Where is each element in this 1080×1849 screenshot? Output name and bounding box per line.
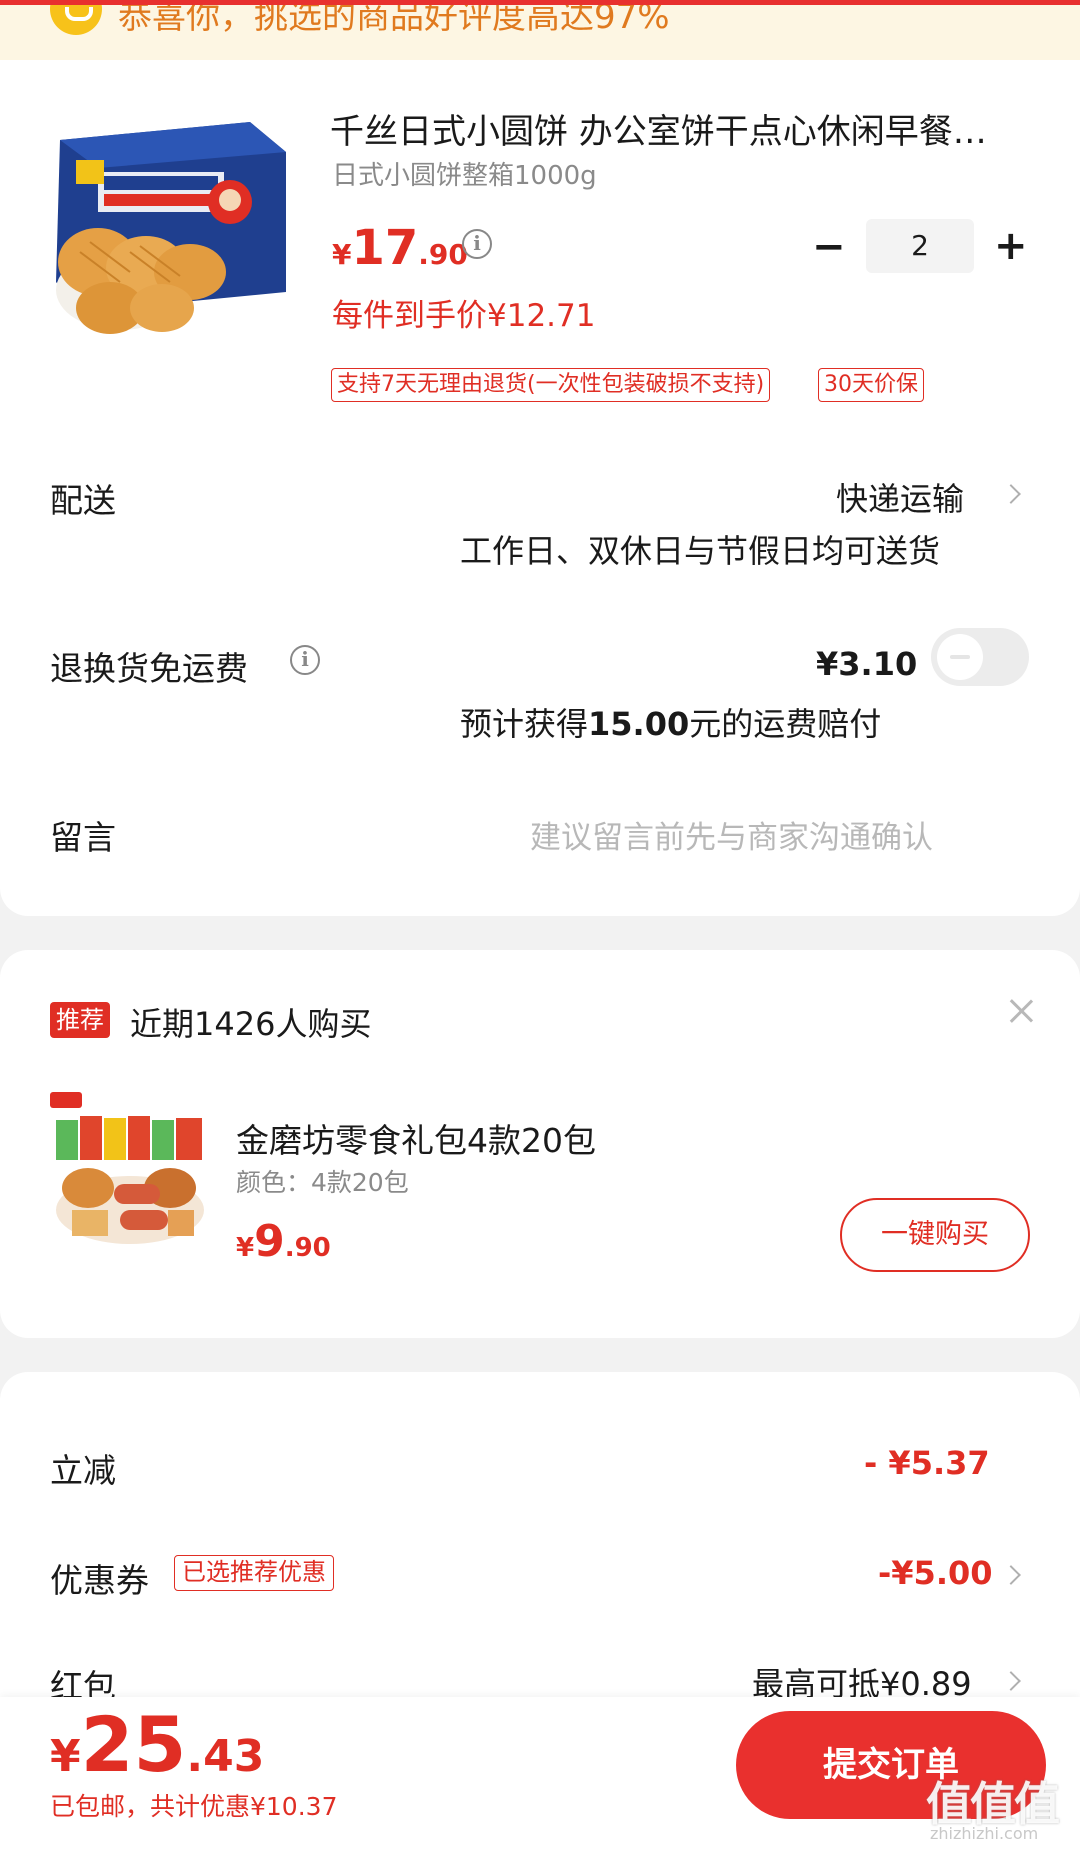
coin-icon	[50, 5, 102, 35]
quantity-increase-button[interactable]: +	[994, 226, 1028, 266]
instant-discount-amount: - ¥5.37	[864, 1444, 990, 1482]
recommend-item-name[interactable]: 金磨坊零食礼包4款20包	[236, 1114, 596, 1162]
total-summary: 已包邮，共计优惠¥10.37	[50, 1792, 338, 1821]
product-image[interactable]	[50, 112, 298, 348]
note-prefix: 预计获得	[460, 705, 589, 743]
one-click-buy-button[interactable]: 一键购买	[840, 1198, 1030, 1272]
product-title[interactable]: 千丝日式小圆饼 办公室饼干点心休闲早餐…	[330, 104, 1030, 153]
return-insurance-label: 退换货免运费	[50, 649, 248, 688]
recommend-badge: 推荐	[50, 1002, 110, 1038]
unit-price: 每件到手价¥12.71	[332, 298, 596, 334]
delivery-method[interactable]: 快递运输	[836, 474, 964, 520]
price-protection-tag: 30天价保	[818, 368, 924, 402]
return-insurance-price: ¥3.10	[816, 645, 918, 683]
price-integer: 17	[351, 220, 419, 276]
total-decimal: .43	[186, 1731, 265, 1782]
top-banner: 恭喜你，挑选的商品好评度高达97%	[0, 0, 1080, 60]
message-input[interactable]: 建议留言前先与商家沟通确认	[530, 812, 933, 857]
total-currency: ¥	[50, 1731, 81, 1782]
recommend-image[interactable]	[50, 1092, 210, 1252]
delivery-label: 配送	[50, 481, 116, 520]
info-icon[interactable]: i	[290, 645, 320, 675]
rec-price-integer: 9	[254, 1216, 285, 1267]
delivery-note: 工作日、双休日与节假日均可送货	[460, 532, 941, 570]
watermark: 值值值 zhizhizhi.com	[926, 1768, 1076, 1848]
total-integer: 25	[80, 1700, 187, 1789]
recommend-title: 近期1426人购买	[130, 1005, 372, 1043]
quantity-input[interactable]: 2	[866, 219, 974, 273]
product-price: ¥17.90	[332, 220, 468, 276]
coupon-label: 优惠券	[50, 1561, 149, 1600]
quantity-decrease-button[interactable]: −	[812, 227, 846, 267]
note-suffix: 元的运费赔付	[689, 705, 882, 743]
total-price: ¥25.43	[50, 1700, 264, 1789]
product-sku[interactable]: 日式小圆饼整箱1000g	[332, 155, 597, 192]
recommend-item-spec: 颜色：4款20包	[236, 1168, 409, 1197]
price-currency: ¥	[332, 238, 352, 271]
rec-price-decimal: .90	[284, 1233, 331, 1263]
banner-text: 恭喜你，挑选的商品好评度高达97%	[118, 0, 670, 37]
coupon-amount[interactable]: -¥5.00	[878, 1554, 993, 1592]
close-icon[interactable]	[1006, 996, 1036, 1026]
return-policy-tag: 支持7天无理由退货(一次性包装破损不支持)	[331, 368, 771, 402]
return-insurance-note: 预计获得15.00元的运费赔付	[460, 699, 881, 745]
recommend-item-price: ¥9.90	[236, 1216, 331, 1267]
watermark-url: zhizhizhi.com	[930, 1824, 1039, 1843]
instant-discount-label: 立减	[50, 1451, 116, 1490]
return-insurance-toggle[interactable]	[931, 628, 1029, 686]
rec-price-currency: ¥	[236, 1233, 255, 1263]
price-decimal: .90	[418, 238, 468, 271]
message-label: 留言	[50, 818, 116, 857]
toggle-knob	[937, 634, 983, 680]
coupon-tag: 已选推荐优惠	[174, 1555, 334, 1591]
info-icon[interactable]: i	[462, 229, 492, 259]
note-amount: 15.00	[588, 705, 690, 743]
